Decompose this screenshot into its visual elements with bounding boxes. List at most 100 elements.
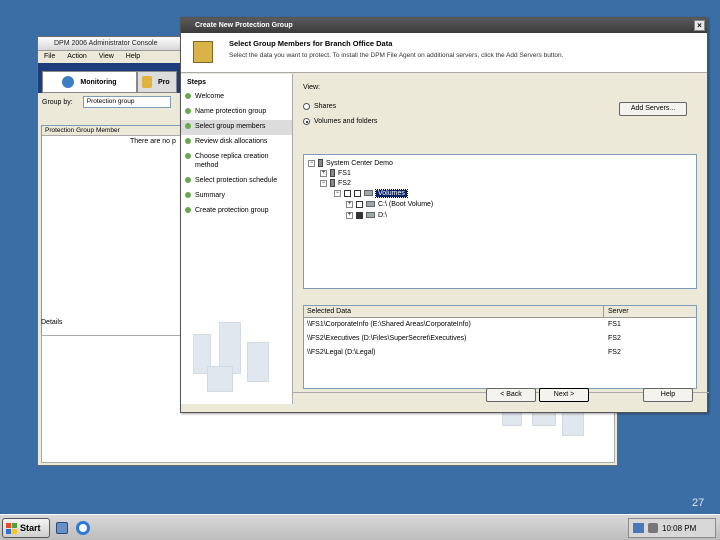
table-row[interactable]: \\FS2\Executives (D:\Files\SuperSecret\E… (304, 332, 696, 346)
tab-protection[interactable]: Pro (137, 71, 177, 93)
wizard-titlebar: Create New Protection Group × (181, 18, 707, 33)
taskbar: Start 10:08 PM (0, 514, 720, 540)
step-schedule[interactable]: Select protection schedule (181, 174, 292, 189)
collapse-icon[interactable]: − (334, 189, 341, 197)
volume-icon (364, 190, 373, 196)
empty-list-text: There are no p (130, 138, 176, 145)
grid-header-server[interactable]: Server (604, 306, 629, 317)
expand-icon[interactable]: + (346, 200, 353, 208)
tree-server-fs1[interactable]: + FS1 (320, 168, 351, 178)
tab-monitoring[interactable]: Monitoring (42, 71, 137, 93)
selected-data-cell: \\FS2\Legal (D:\Legal) (307, 349, 376, 356)
volumes-checkbox-2[interactable] (354, 189, 361, 197)
expand-icon[interactable]: + (346, 211, 353, 219)
close-button[interactable]: × (694, 20, 705, 31)
step-bullet-icon (185, 192, 191, 198)
group-by-label: Group by: (42, 98, 73, 106)
grid-header: Selected Data Server (304, 306, 696, 318)
server-icon (330, 169, 335, 177)
tree-d-drive[interactable]: + D:\ (346, 210, 387, 220)
step-label: Summary (195, 192, 225, 199)
step-bullet-icon (185, 207, 191, 213)
slide-number: 27 (692, 497, 705, 509)
tree-server-fs1-label: FS1 (338, 169, 351, 177)
step-label: Review disk allocations (195, 138, 268, 145)
back-button[interactable]: < Back (486, 388, 536, 402)
help-button[interactable]: Help (643, 388, 693, 402)
step-summary[interactable]: Summary (181, 189, 292, 204)
step-bullet-icon (185, 153, 191, 159)
radio-volumes[interactable]: Volumes and folders (303, 118, 377, 125)
tree-c-drive[interactable]: + C:\ (Boot Volume) (346, 199, 433, 209)
step-label: Name protection group (195, 108, 267, 115)
step-select-members[interactable]: Select group members (181, 120, 292, 135)
drive-icon (366, 201, 375, 207)
add-servers-button[interactable]: Add Servers... (619, 102, 687, 116)
volumes-checkbox[interactable] (344, 189, 351, 197)
next-button[interactable]: Next > (539, 388, 589, 402)
globe-icon (62, 76, 75, 88)
wizard-title: Create New Protection Group (195, 22, 293, 29)
step-label: Choose replica creation method (195, 153, 269, 169)
radio-shares-dot[interactable] (303, 103, 310, 110)
selected-data-cell: \\FS2\Executives (D:\Files\SuperSecret\E… (307, 335, 467, 342)
create-protection-group-wizard: Create New Protection Group × Select Gro… (180, 17, 709, 413)
network-icon[interactable] (633, 523, 644, 533)
c-drive-checkbox[interactable] (356, 200, 363, 208)
wizard-heading: Select Group Members for Branch Office D… (229, 39, 393, 48)
tree-root-label: System Center Demo (326, 159, 393, 167)
grid-header-selected-data[interactable]: Selected Data (304, 306, 604, 317)
tree-c-drive-label: C:\ (Boot Volume) (378, 200, 434, 208)
tree-server-fs2[interactable]: − FS2 (320, 178, 351, 188)
list-header[interactable]: Protection Group Member (42, 126, 180, 136)
step-welcome[interactable]: Welcome (181, 90, 292, 105)
clock[interactable]: 10:08 PM (662, 524, 696, 533)
tree-volumes[interactable]: − Volumes (334, 188, 408, 198)
step-bullet-icon (185, 108, 191, 114)
start-button[interactable]: Start (2, 518, 50, 538)
steps-header: Steps (187, 79, 207, 86)
quicklaunch-desktop-icon[interactable] (56, 522, 68, 534)
d-drive-checkbox[interactable] (356, 211, 363, 219)
steps-pane: Steps Welcome Name protection group Sele… (181, 74, 293, 404)
server-cell: FS2 (608, 335, 621, 342)
menu-view[interactable]: View (99, 51, 114, 63)
radio-volumes-label: Volumes and folders (314, 118, 378, 125)
wizard-header-icon (193, 41, 213, 63)
menu-action[interactable]: Action (67, 51, 86, 63)
radio-shares[interactable]: Shares (303, 103, 336, 110)
step-bullet-icon (185, 93, 191, 99)
group-by-select[interactable]: Protection group (82, 96, 171, 108)
radio-shares-label: Shares (314, 103, 337, 110)
domain-icon (318, 159, 323, 167)
server-graphic (185, 304, 289, 400)
tree-d-drive-label: D:\ (378, 211, 387, 219)
tab-protection-label: Pro (158, 78, 170, 86)
step-name-group[interactable]: Name protection group (181, 105, 292, 120)
table-row[interactable]: \\FS1\CorporateInfo (E:\Shared Areas\Cor… (304, 318, 696, 332)
drive-icon (366, 212, 375, 218)
collapse-icon[interactable]: − (320, 179, 327, 187)
table-row[interactable]: \\FS2\Legal (D:\Legal) FS2 (304, 346, 696, 360)
protection-group-list[interactable]: Protection Group Member There are no p (41, 125, 181, 347)
menu-help[interactable]: Help (126, 51, 140, 63)
step-review-disk[interactable]: Review disk allocations (181, 135, 292, 150)
step-label: Select protection schedule (195, 177, 278, 184)
system-tray: 10:08 PM (628, 518, 716, 538)
tab-monitoring-label: Monitoring (80, 78, 117, 86)
menu-file[interactable]: File (44, 51, 55, 63)
quicklaunch-ie-icon[interactable] (76, 521, 90, 535)
expand-icon[interactable]: + (320, 169, 327, 177)
server-cell: FS1 (608, 321, 621, 328)
step-create[interactable]: Create protection group (181, 204, 292, 219)
tree-root[interactable]: − System Center Demo (308, 158, 393, 168)
volume-icon[interactable] (648, 523, 658, 533)
data-tree[interactable]: − System Center Demo + FS1 − FS2 − Volum… (303, 154, 697, 289)
collapse-icon[interactable]: − (308, 159, 315, 167)
radio-volumes-dot[interactable] (303, 118, 310, 125)
selected-data-grid[interactable]: Selected Data Server \\FS1\CorporateInfo… (303, 305, 697, 389)
step-label: Welcome (195, 93, 225, 100)
step-bullet-icon (185, 177, 191, 183)
wizard-subheading: Select the data you want to protect. To … (229, 52, 564, 59)
step-replica-method[interactable]: Choose replica creation method (181, 150, 292, 174)
